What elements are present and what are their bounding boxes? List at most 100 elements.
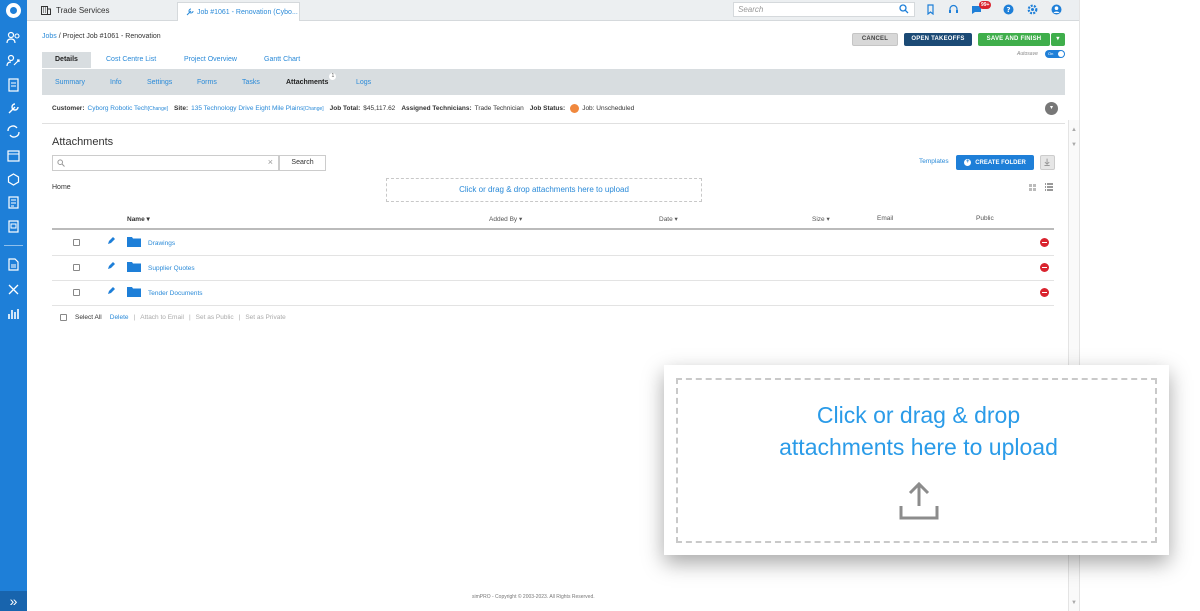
expand-info-icon[interactable]: ▾ — [1045, 102, 1058, 115]
folder-icon — [127, 287, 141, 297]
tab-gantt-chart[interactable]: Gantt Chart — [264, 52, 300, 68]
upload-dropzone[interactable]: Click or drag & drop attachments here to… — [386, 178, 702, 202]
autosave-toggle[interactable]: On — [1045, 50, 1065, 58]
dropzone-zoom-line-1: Click or drag & drop — [816, 402, 1021, 428]
customer-label: Customer: — [52, 105, 85, 112]
subtab-attachments[interactable]: Attachments 1 — [286, 69, 337, 95]
attachments-search-input[interactable]: × — [52, 155, 279, 171]
download-icon — [1044, 158, 1050, 167]
delete-icon[interactable] — [1040, 263, 1049, 272]
row-checkbox[interactable] — [73, 289, 80, 296]
help-icon[interactable]: ? — [1003, 4, 1014, 15]
open-takeoffs-button[interactable]: OPEN TAKEOFFS — [904, 33, 972, 46]
delete-icon[interactable] — [1040, 238, 1049, 247]
contracts-icon[interactable] — [6, 219, 21, 234]
attachments-title: Attachments — [52, 136, 114, 148]
expand-sidebar-icon[interactable]: » — [0, 591, 27, 611]
tab-cost-centre-list[interactable]: Cost Centre List — [106, 52, 156, 68]
headset-icon[interactable] — [948, 4, 959, 15]
list-view-icon[interactable] — [1045, 183, 1053, 191]
subtab-summary[interactable]: Summary — [55, 69, 85, 95]
tab-project-overview[interactable]: Project Overview — [184, 52, 237, 68]
column-added-by[interactable]: Added By ▾ — [489, 215, 522, 223]
global-search-input[interactable]: Search — [733, 2, 915, 17]
change-site-link[interactable]: [Change] — [303, 106, 323, 112]
column-name[interactable]: Name ▾ — [127, 215, 150, 223]
gear-icon[interactable] — [1027, 4, 1038, 15]
folder-name-link[interactable]: Supplier Quotes — [148, 265, 195, 272]
create-folder-button[interactable]: + CREATE FOLDER — [956, 155, 1034, 170]
subtab-logs[interactable]: Logs — [356, 69, 371, 95]
customer-link[interactable]: Cyborg Robotic Tech — [88, 105, 148, 112]
scroll-down-icon[interactable]: ▼ — [1071, 142, 1077, 148]
search-icon — [57, 159, 65, 167]
technicians-value: Trade Technician — [474, 105, 524, 112]
breadcrumb-jobs-link[interactable]: Jobs — [42, 33, 57, 40]
change-customer-link[interactable]: [Change] — [148, 106, 168, 112]
row-checkbox[interactable] — [73, 239, 80, 246]
wrench-icon — [186, 8, 194, 16]
invoices-icon[interactable] — [6, 195, 21, 210]
save-and-finish-button[interactable]: SAVE AND FINISH — [978, 33, 1050, 46]
bookmark-icon[interactable] — [925, 4, 936, 15]
job-info-bar: Customer: Cyborg Robotic Tech [Change] S… — [52, 104, 634, 113]
create-folder-label: CREATE FOLDER — [975, 159, 1026, 166]
calendar-icon[interactable] — [6, 148, 21, 163]
site-label: Site: — [174, 105, 189, 112]
scroll-up-icon[interactable]: ▲ — [1071, 127, 1077, 133]
grid-view-icon[interactable] — [1029, 184, 1036, 191]
tab-company[interactable]: Trade Services — [32, 0, 170, 21]
inventory-box-icon[interactable] — [6, 172, 21, 187]
leads-icon[interactable] — [6, 53, 21, 68]
folder-icon — [127, 262, 141, 272]
bulk-actions-bar: Select All Delete | Attach to Email | Se… — [60, 314, 286, 321]
edit-pencil-icon[interactable] — [107, 262, 115, 270]
edit-pencil-icon[interactable] — [107, 237, 115, 245]
column-date[interactable]: Date ▾ — [659, 215, 678, 223]
sub-tabs: Summary Info Settings Forms Tasks Attach… — [42, 69, 1065, 95]
subtab-info[interactable]: Info — [110, 69, 122, 95]
bulk-delete-link[interactable]: Delete — [110, 314, 129, 321]
dropzone-zoom-area[interactable]: Click or drag & drop attachments here to… — [676, 378, 1157, 543]
tab-details[interactable]: Details — [42, 52, 91, 68]
subtab-forms[interactable]: Forms — [197, 69, 217, 95]
user-account-icon[interactable] — [1051, 4, 1062, 15]
tab-job[interactable]: Job #1061 - Renovation (Cybo... — [177, 2, 300, 21]
select-all-checkbox[interactable] — [60, 314, 67, 321]
folder-home-crumb[interactable]: Home — [52, 184, 71, 191]
delete-icon[interactable] — [1040, 288, 1049, 297]
quotes-icon[interactable] — [6, 77, 21, 92]
subtab-settings[interactable]: Settings — [147, 69, 172, 95]
job-total-label: Job Total: — [329, 105, 361, 112]
people-icon[interactable] — [6, 30, 21, 45]
folder-name-link[interactable]: Drawings — [148, 240, 175, 247]
sidebar-divider — [4, 245, 23, 246]
folder-name-link[interactable]: Tender Documents — [148, 290, 203, 297]
reports-document-icon[interactable] — [6, 257, 21, 272]
bulk-attach-email-link[interactable]: Attach to Email — [140, 314, 184, 321]
save-options-dropdown[interactable]: ▾ — [1051, 33, 1065, 46]
bar-chart-icon[interactable] — [6, 306, 21, 321]
caret-down-icon: ▾ — [1056, 36, 1060, 42]
download-button[interactable] — [1040, 155, 1055, 170]
tab-job-label: Job #1061 - Renovation (Cybo... — [197, 8, 298, 16]
edit-pencil-icon[interactable] — [107, 287, 115, 295]
cancel-button[interactable]: CANCEL — [852, 33, 898, 46]
app-logo-icon[interactable] — [6, 3, 21, 18]
bulk-set-public-link[interactable]: Set as Public — [196, 314, 234, 321]
site-link[interactable]: 135 Technology Drive Eight Mile Plains — [191, 105, 303, 112]
clear-search-icon[interactable]: × — [268, 157, 273, 167]
scroll-bottom-icon[interactable]: ▼ — [1071, 600, 1077, 606]
search-icon[interactable] — [899, 4, 909, 14]
templates-link[interactable]: Templates — [919, 158, 949, 165]
subtab-tasks[interactable]: Tasks — [242, 69, 260, 95]
jobs-wrench-icon[interactable] — [6, 101, 21, 116]
attachments-count-badge: 1 — [329, 73, 337, 80]
search-button[interactable]: Search — [279, 155, 326, 171]
separator: | — [238, 314, 241, 321]
tools-icon[interactable] — [6, 282, 21, 297]
column-size[interactable]: Size ▾ — [812, 215, 830, 223]
bulk-set-private-link[interactable]: Set as Private — [245, 314, 285, 321]
row-checkbox[interactable] — [73, 264, 80, 271]
recurring-icon[interactable] — [6, 124, 21, 139]
